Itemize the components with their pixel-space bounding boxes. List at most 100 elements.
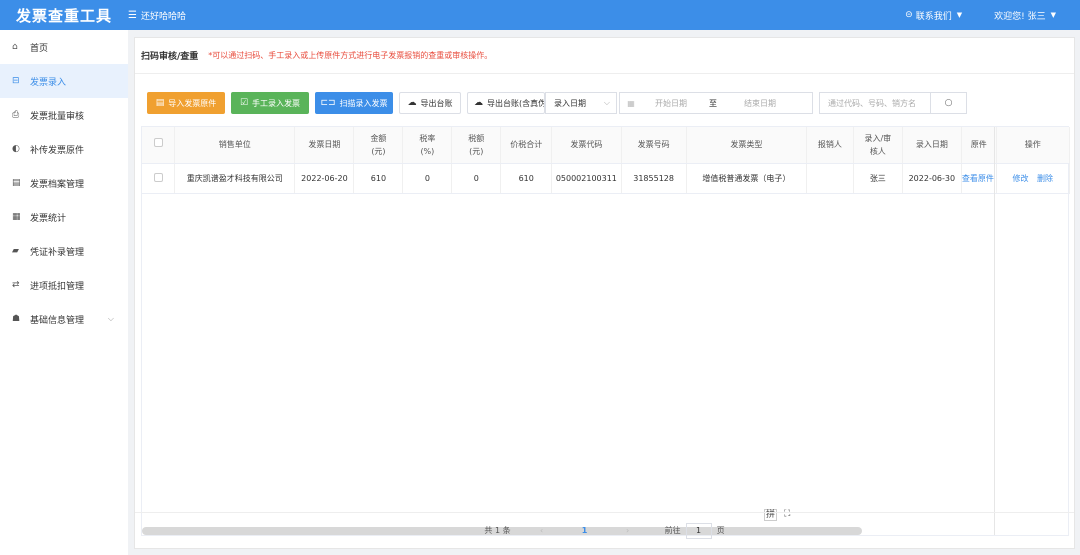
fixed-column-divider (994, 127, 995, 535)
col-original: 原件 (961, 127, 997, 164)
col-entry-date: 录入日期 (902, 127, 962, 164)
sidebar-item-batch-review[interactable]: ⎙ 发票批量审核 (0, 98, 128, 132)
search-button[interactable]: ○ (931, 92, 967, 114)
sidebar-item-label: 发票统计 (30, 213, 67, 224)
col-date: 发票日期 (294, 127, 355, 164)
contact-label: 联系我们 (915, 11, 952, 22)
button-label: 导入发票原件 (168, 98, 217, 108)
sidebar-item-archive[interactable]: ▤ 发票档案管理 (0, 166, 128, 200)
cell-amount: 610 (353, 163, 404, 194)
invoice-table: 销售单位 发票日期 金额 (元) 税率 (%) 税额 (元) 价税合计 发票代码… (141, 126, 1071, 536)
sidebar-item-deduct[interactable]: ⇄ 进项抵扣管理 (0, 268, 128, 302)
calendar-icon: ▦ (627, 98, 635, 108)
col-number: 发票号码 (621, 127, 687, 164)
import-original-button[interactable]: ▤ 导入发票原件 (147, 92, 225, 114)
sidebar: ⌂ 首页 ⊟ 发票录入 ⎙ 发票批量审核 ◐ 补传发票原件 ▤ 发票档案管理 ▦… (0, 30, 128, 555)
contact-icon: ⊝ (905, 10, 913, 20)
view-original-link[interactable]: 查看原件 (962, 174, 994, 183)
goto-page-input[interactable]: 1 (685, 522, 712, 539)
sidebar-item-voucher[interactable]: ▰ 凭证补录管理 (0, 234, 128, 268)
search-icon: ○ (944, 98, 953, 108)
scan-input-button[interactable]: ⊏⊐ 扫描录入发票 (315, 92, 393, 114)
sidebar-item-invoice-input[interactable]: ⊟ 发票录入 (0, 64, 128, 98)
date-type-select[interactable]: 录入日期 ⌵ (545, 92, 617, 114)
app-logo: 发票查重工具 (15, 6, 112, 25)
user-menu[interactable]: 欢迎您! 张三 ▼ (994, 9, 1056, 22)
edit-link[interactable]: 修改 (1012, 174, 1028, 183)
sidebar-item-label: 基础信息管理 (30, 315, 85, 326)
cell-date: 2022-06-20 (294, 163, 355, 194)
sidebar-item-label: 发票档案管理 (30, 179, 85, 190)
sidebar-item-upload-original[interactable]: ◐ 补传发票原件 (0, 132, 128, 166)
search-input[interactable]: 通过代码、号码、销方名 (819, 92, 931, 114)
chevron-down-icon: ▼ (956, 11, 963, 19)
top-bar: 发票查重工具 ☰ 还好哈哈哈 ⊝ 联系我们 ▼ 欢迎您! 张三 ▼ (0, 0, 1080, 30)
select-all-cell[interactable] (142, 127, 176, 164)
page-number[interactable]: 1 (557, 526, 613, 535)
chevron-down-icon: ⌵ (603, 98, 610, 107)
export-ledger-full-button[interactable]: ☁ 导出台账(含真伪) (467, 92, 545, 114)
page-unit: 页 (716, 526, 725, 535)
row-checkbox[interactable] (153, 172, 163, 182)
sidebar-item-label: 发票录入 (30, 77, 67, 88)
cell-tax: 0 (451, 163, 502, 194)
row-select-cell[interactable] (142, 163, 176, 194)
button-label: 扫描录入发票 (339, 98, 388, 108)
sidebar-item-basic-info[interactable]: ☗ 基础信息管理 ⌵ (0, 302, 128, 336)
document-icon: ▤ (155, 98, 165, 108)
archive-icon: ▤ (12, 178, 21, 188)
table-header-row: 销售单位 发票日期 金额 (元) 税率 (%) 税额 (元) 价税合计 发票代码… (142, 127, 1071, 164)
export-ledger-button[interactable]: ☁ 导出台账 (399, 92, 461, 114)
sidebar-item-stats[interactable]: ▦ 发票统计 (0, 200, 128, 234)
scan-icon: ⊏⊐ (320, 98, 336, 108)
pagination-total: 共 1 条 (484, 526, 511, 535)
select-all-checkbox[interactable] (153, 138, 163, 148)
chevron-down-icon: ⌵ (107, 314, 114, 323)
top-right-menu: ⊝ 联系我们 ▼ 欢迎您! 张三 ▼ (905, 0, 1056, 30)
pagination: 共 1 条 ‹ 1 › 前往 1 页 (135, 512, 1074, 548)
button-label: 导出台账 (420, 98, 453, 108)
batch-icon: ⎙ (12, 110, 20, 120)
greeting[interactable]: ☰ 还好哈哈哈 (128, 9, 186, 22)
col-amount: 金额 (元) (353, 127, 404, 164)
button-label: 手工录入发票 (252, 98, 301, 108)
sidebar-item-label: 进项抵扣管理 (30, 281, 85, 292)
delete-link[interactable]: 删除 (1037, 174, 1053, 183)
col-type: 发票类型 (686, 127, 807, 164)
table-row: 重庆凯谱盈才科技有限公司 2022-06-20 610 0 0 610 0500… (142, 163, 1071, 194)
sidebar-item-home[interactable]: ⌂ 首页 (0, 30, 128, 64)
sidebar-item-label: 首页 (30, 43, 49, 54)
cell-type: 增值税普通发票（电子） (686, 163, 807, 194)
org-icon: ☗ (12, 314, 21, 324)
cell-entry-date: 2022-06-30 (902, 163, 962, 194)
select-value: 录入日期 (554, 98, 586, 108)
cell-rate: 0 (402, 163, 453, 194)
prev-page-button[interactable]: ‹ (527, 526, 557, 535)
col-code: 发票代码 (551, 127, 622, 164)
sidebar-item-label: 凭证补录管理 (30, 247, 85, 258)
range-separator: 至 (709, 98, 717, 108)
date-range-picker[interactable]: ▦ 开始日期 至 结束日期 (619, 92, 813, 114)
greeting-text: 还好哈哈哈 (140, 11, 186, 22)
edit-icon: ☑ (239, 98, 249, 108)
welcome-label: 欢迎您! 张三 (994, 11, 1046, 22)
voucher-icon: ▰ (12, 246, 19, 256)
cell-reviewer: 张三 (853, 163, 903, 194)
cell-seller: 重庆凯谱盈才科技有限公司 (174, 163, 296, 194)
upload-icon: ◐ (12, 144, 20, 154)
page-title: 扫码审核/查重 (141, 52, 199, 62)
next-page-button[interactable]: › (613, 526, 643, 535)
page-hint: *可以通过扫码、手工录入或上传原件方式进行电子发票报销的查重或审核操作。 (208, 51, 493, 60)
chevron-down-icon: ▼ (1050, 11, 1056, 19)
col-seller: 销售单位 (174, 127, 296, 164)
col-tax: 税额 (元) (451, 127, 502, 164)
end-date-input[interactable]: 结束日期 (726, 98, 794, 109)
cell-total: 610 (500, 163, 553, 194)
contact-menu[interactable]: ⊝ 联系我们 ▼ (905, 9, 962, 22)
col-reimburser: 报销人 (806, 127, 854, 164)
sidebar-item-label: 补传发票原件 (30, 145, 85, 156)
col-reviewer: 录入/审 核人 (853, 127, 903, 164)
manual-input-button[interactable]: ☑ 手工录入发票 (231, 92, 309, 114)
deduct-icon: ⇄ (12, 280, 20, 290)
start-date-input[interactable]: 开始日期 (642, 98, 700, 109)
